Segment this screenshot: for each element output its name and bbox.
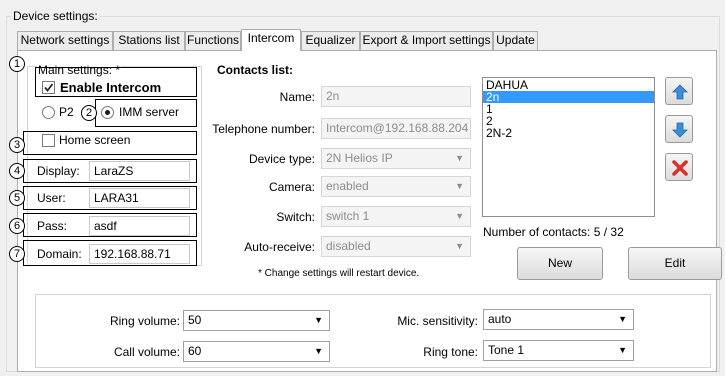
auto-receive-label: Auto-receive: bbox=[244, 240, 315, 254]
checkmark-icon bbox=[44, 83, 54, 92]
annotation-marker-3: 3 bbox=[9, 137, 25, 153]
camera-label: Camera: bbox=[268, 180, 315, 194]
group-title: Device settings: bbox=[11, 9, 100, 23]
edit-contact-button[interactable]: Edit bbox=[628, 247, 722, 280]
restart-note: * Change settings will restart device. bbox=[258, 268, 420, 279]
auto-receive-select[interactable]: disabled ▼ bbox=[321, 236, 471, 257]
tab-update[interactable]: Update bbox=[493, 31, 538, 50]
list-item[interactable]: DAHUA bbox=[483, 79, 654, 91]
p2p-radio[interactable] bbox=[42, 106, 55, 119]
tab-export-import-settings[interactable]: Export & Import settings bbox=[360, 31, 493, 50]
imm-server-label: IMM server bbox=[119, 105, 179, 119]
chevron-down-icon: ▼ bbox=[455, 153, 464, 163]
tab-functions[interactable]: Functions bbox=[185, 31, 241, 50]
auto-receive-value: disabled bbox=[326, 239, 371, 253]
switch-select[interactable]: switch 1 ▼ bbox=[321, 206, 471, 227]
enable-intercom-label: Enable Intercom bbox=[60, 80, 162, 95]
ring-tone-value: Tone 1 bbox=[488, 343, 525, 357]
annotation-marker-2: 2 bbox=[81, 105, 97, 121]
mic-sensitivity-select[interactable]: auto ▼ bbox=[483, 309, 634, 330]
call-volume-value: 60 bbox=[188, 344, 202, 358]
ring-tone-label: Ring tone: bbox=[423, 345, 478, 359]
imm-server-radio[interactable] bbox=[101, 106, 114, 119]
arrow-down-icon bbox=[672, 122, 688, 138]
call-volume-label: Call volume: bbox=[113, 345, 180, 359]
tab-equalizer[interactable]: Equalizer bbox=[301, 31, 360, 50]
annotation-marker-7: 7 bbox=[9, 246, 25, 262]
switch-label: Switch: bbox=[276, 210, 315, 224]
annotation-marker-4: 4 bbox=[9, 163, 25, 179]
delete-contact-button[interactable] bbox=[665, 153, 693, 181]
contacts-title: Contacts list: bbox=[217, 63, 294, 77]
ring-volume-value: 50 bbox=[188, 313, 202, 327]
home-screen-checkbox[interactable] bbox=[42, 134, 55, 147]
move-up-button[interactable] bbox=[665, 77, 693, 105]
chevron-down-icon: ▼ bbox=[314, 315, 323, 325]
user-label: User: bbox=[37, 191, 66, 205]
domain-label: Domain: bbox=[37, 247, 82, 261]
ring-volume-select[interactable]: 50 ▼ bbox=[183, 310, 330, 331]
tab-intercom[interactable]: Intercom bbox=[241, 29, 301, 51]
tab-stations-list[interactable]: Stations list bbox=[113, 31, 185, 50]
chevron-down-icon: ▼ bbox=[455, 181, 464, 191]
move-down-button[interactable] bbox=[665, 115, 693, 143]
contacts-count: Number of contacts: 5 / 32 bbox=[483, 225, 624, 239]
display-label: Display: bbox=[37, 164, 80, 178]
contacts-listbox[interactable]: DAHUA 2n 1 2 2N-2 bbox=[482, 77, 655, 217]
list-item[interactable]: 1 bbox=[483, 103, 654, 115]
camera-value: enabled bbox=[326, 179, 369, 193]
user-input[interactable]: LARA31 bbox=[89, 188, 190, 208]
call-volume-select[interactable]: 60 ▼ bbox=[183, 341, 330, 362]
list-item-selected[interactable]: 2n bbox=[483, 91, 654, 103]
annotation-marker-5: 5 bbox=[9, 190, 25, 206]
switch-value: switch 1 bbox=[326, 209, 370, 223]
chevron-down-icon: ▼ bbox=[314, 346, 323, 356]
tab-network-settings[interactable]: Network settings bbox=[17, 31, 113, 50]
device-type-value: 2N Helios IP bbox=[326, 151, 393, 165]
display-input[interactable]: LaraZS bbox=[89, 161, 190, 181]
device-type-label: Device type: bbox=[248, 152, 315, 166]
name-field[interactable]: 2n bbox=[321, 86, 471, 107]
list-item[interactable]: 2N-2 bbox=[483, 127, 654, 139]
name-label: Name: bbox=[279, 90, 315, 104]
camera-select[interactable]: enabled ▼ bbox=[321, 176, 471, 197]
home-screen-label: Home screen bbox=[59, 133, 131, 147]
domain-input[interactable]: 192.168.88.71 bbox=[89, 244, 190, 264]
p2p-label: P2 bbox=[59, 105, 74, 119]
ring-tone-select[interactable]: Tone 1 ▼ bbox=[483, 340, 634, 361]
mic-sensitivity-label: Mic. sensitivity: bbox=[397, 314, 478, 328]
new-contact-button[interactable]: New bbox=[517, 247, 603, 280]
annotation-marker-1: 1 bbox=[9, 56, 25, 72]
radio-dot-icon bbox=[105, 110, 110, 115]
enable-intercom-checkbox[interactable] bbox=[42, 81, 55, 94]
pass-input[interactable]: asdf bbox=[89, 216, 190, 236]
delete-x-icon bbox=[672, 160, 688, 176]
telephone-number-field[interactable]: Intercom@192.168.88.204 bbox=[321, 118, 471, 139]
mic-sensitivity-value: auto bbox=[488, 312, 512, 326]
chevron-down-icon: ▼ bbox=[618, 314, 627, 324]
chevron-down-icon: ▼ bbox=[455, 241, 464, 251]
telephone-number-label: Telephone number: bbox=[212, 122, 315, 136]
chevron-down-icon: ▼ bbox=[618, 345, 627, 355]
arrow-up-icon bbox=[672, 84, 688, 100]
annotation-marker-6: 6 bbox=[9, 218, 25, 234]
pass-label: Pass: bbox=[37, 219, 68, 233]
device-type-select[interactable]: 2N Helios IP ▼ bbox=[321, 148, 471, 169]
chevron-down-icon: ▼ bbox=[455, 211, 464, 221]
ring-volume-label: Ring volume: bbox=[109, 314, 180, 328]
